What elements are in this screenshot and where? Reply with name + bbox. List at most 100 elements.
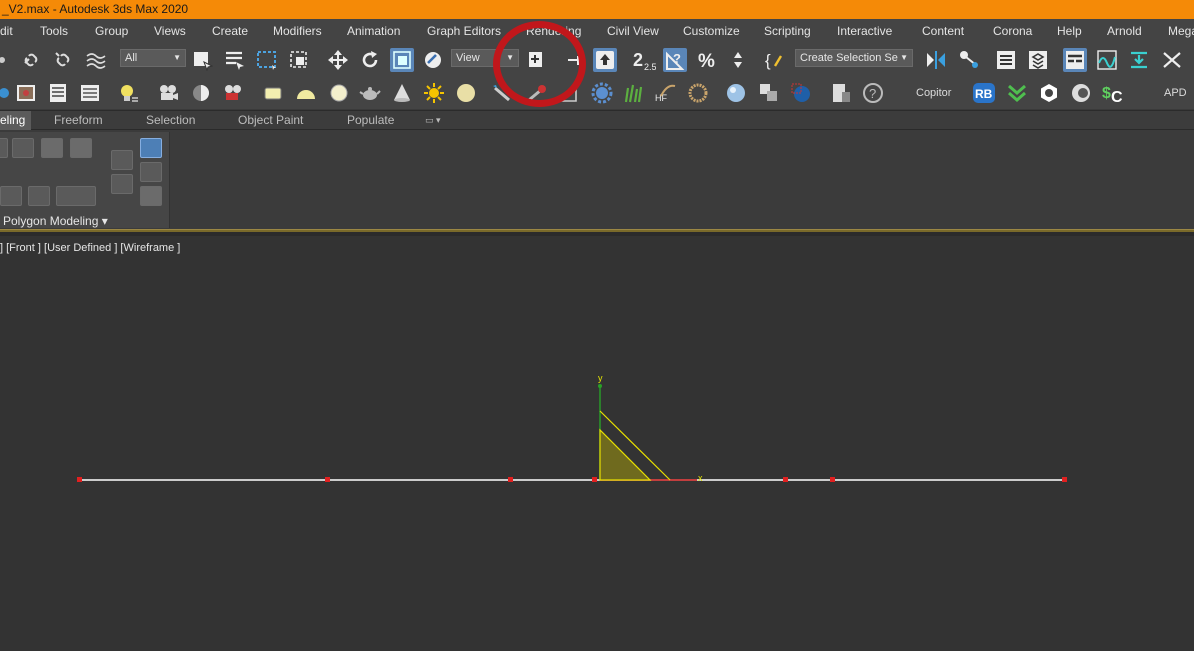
show-end-result-icon[interactable]	[140, 186, 162, 206]
select-by-name-icon[interactable]	[222, 48, 246, 72]
render-camera-icon[interactable]	[221, 81, 245, 105]
select-object-icon[interactable]	[190, 48, 214, 72]
viewport-front[interactable]: ] [Front ] [User Defined ] [Wireframe ] …	[0, 236, 1194, 651]
pin-stack-icon[interactable]	[140, 162, 162, 182]
teapot-icon[interactable]	[358, 81, 382, 105]
tab-object-paint[interactable]: Object Paint	[238, 111, 303, 130]
bulb-icon[interactable]	[117, 81, 141, 105]
menu-animation[interactable]: Animation	[347, 24, 400, 38]
schematic-view-icon[interactable]	[1127, 48, 1151, 72]
polygon-mode-icon[interactable]	[41, 138, 63, 158]
menu-graph-editors[interactable]: Graph Editors	[427, 24, 501, 38]
menu-interactive[interactable]: Interactive	[837, 24, 892, 38]
percent-snap-icon[interactable]: ?	[663, 48, 687, 72]
next-modifier-icon[interactable]	[111, 174, 133, 194]
menu-mega[interactable]: Mega	[1168, 24, 1194, 38]
render-frame-icon[interactable]	[14, 81, 38, 105]
polygon-modeling-dropdown[interactable]: Polygon Modeling ▾	[3, 214, 108, 228]
menu-create[interactable]: Create	[212, 24, 248, 38]
cone-icon[interactable]	[390, 81, 414, 105]
align-icon[interactable]	[957, 48, 981, 72]
angle-snap-icon[interactable]: 2 2.5	[632, 48, 656, 72]
vertex[interactable]	[325, 477, 330, 482]
modify-mode-icon[interactable]	[111, 150, 133, 170]
circle-icon[interactable]	[1069, 81, 1093, 105]
filled-triangle[interactable]	[599, 428, 652, 481]
render-setup-icon[interactable]	[46, 81, 70, 105]
menu-civil-view[interactable]: Civil View	[607, 24, 659, 38]
disc-icon[interactable]	[454, 81, 478, 105]
script-icon[interactable]: $ C	[1101, 81, 1125, 105]
tab-freeform[interactable]: Freeform	[54, 111, 103, 130]
menu-tools[interactable]: Tools	[40, 24, 68, 38]
vertex[interactable]	[783, 477, 788, 482]
help-icon[interactable]: ?	[861, 81, 885, 105]
vertex[interactable]	[592, 477, 597, 482]
edit-poly-mode-icon[interactable]	[28, 186, 50, 206]
ellipsis-icon[interactable]	[0, 48, 14, 72]
edge-mode-icon[interactable]	[12, 138, 34, 158]
unlink-icon[interactable]	[51, 48, 75, 72]
menu-views[interactable]: Views	[154, 24, 186, 38]
scale-icon[interactable]	[390, 48, 414, 72]
gear-icon[interactable]	[590, 81, 614, 105]
material-editor-icon[interactable]	[1160, 48, 1184, 72]
tab-populate[interactable]: Populate	[347, 111, 394, 130]
toggle-ribbon-icon[interactable]	[1063, 48, 1087, 72]
vertex-mode-icon[interactable]	[0, 138, 8, 158]
copitor-label[interactable]: Copitor	[916, 87, 951, 99]
menu-content[interactable]: Content	[922, 24, 964, 38]
layer-explorer-icon[interactable]	[994, 48, 1018, 72]
mirror-icon[interactable]	[924, 48, 948, 72]
tab-modeling[interactable]: eling	[0, 111, 32, 130]
named-selection-dropdown[interactable]: Create Selection Se ▼	[795, 49, 913, 67]
menu-edit[interactable]: dit	[0, 24, 13, 38]
material-icon[interactable]	[789, 81, 813, 105]
vertex[interactable]	[830, 477, 835, 482]
menu-arnold[interactable]: Arnold	[1107, 24, 1142, 38]
selection-filter-dropdown[interactable]: All ▼	[120, 49, 186, 67]
collapse-stack-icon[interactable]	[0, 186, 22, 206]
light-icon[interactable]	[0, 81, 14, 105]
list-icon[interactable]	[829, 81, 853, 105]
menu-customize[interactable]: Customize	[683, 24, 740, 38]
torus-knot-icon[interactable]	[686, 81, 710, 105]
select-manipulate-icon[interactable]	[422, 48, 446, 72]
window-crossing-icon[interactable]	[287, 48, 311, 72]
ribbon-options-dropdown[interactable]: ▭ ▾	[425, 111, 441, 130]
hair-icon[interactable]: HF	[653, 81, 677, 105]
apd-label[interactable]: APD	[1164, 87, 1187, 99]
move-icon[interactable]	[326, 48, 350, 72]
preserve-uvs-icon[interactable]	[140, 138, 162, 158]
plane-icon[interactable]	[261, 81, 285, 105]
vertex[interactable]	[1062, 477, 1067, 482]
grass-icon[interactable]	[621, 81, 645, 105]
menu-scripting[interactable]: Scripting	[764, 24, 811, 38]
hex-icon[interactable]	[1037, 81, 1061, 105]
vertex[interactable]	[77, 477, 82, 482]
named-selection-braces-icon[interactable]: {	[764, 48, 788, 72]
element-mode-icon[interactable]	[70, 138, 92, 158]
chevron-icon[interactable]	[1005, 81, 1029, 105]
ball-icon[interactable]	[724, 81, 748, 105]
scene-explorer-icon[interactable]	[1026, 48, 1050, 72]
menu-modifiers[interactable]: Modifiers	[273, 24, 322, 38]
rectangular-selection-icon[interactable]	[255, 48, 279, 72]
sphere-light-icon[interactable]	[189, 81, 213, 105]
sphere-icon[interactable]	[327, 81, 351, 105]
dome-icon[interactable]	[294, 81, 318, 105]
bind-spacewarp-icon[interactable]	[84, 48, 108, 72]
tab-selection[interactable]: Selection	[146, 111, 195, 130]
edit-named-selection-icon[interactable]	[727, 48, 751, 72]
link-icon[interactable]	[19, 48, 43, 72]
scatter-icon[interactable]	[757, 81, 781, 105]
viewport-scene[interactable]: y x	[0, 236, 1194, 651]
snaps-toggle-icon[interactable]	[593, 48, 617, 72]
menu-corona[interactable]: Corona	[993, 24, 1032, 38]
rb-icon[interactable]: RB	[972, 81, 996, 105]
to-poly-icon[interactable]	[56, 186, 96, 206]
menu-help[interactable]: Help	[1057, 24, 1082, 38]
curve-editor-icon[interactable]	[1095, 48, 1119, 72]
vertex[interactable]	[508, 477, 513, 482]
spinner-snap-icon[interactable]: %	[696, 48, 720, 72]
